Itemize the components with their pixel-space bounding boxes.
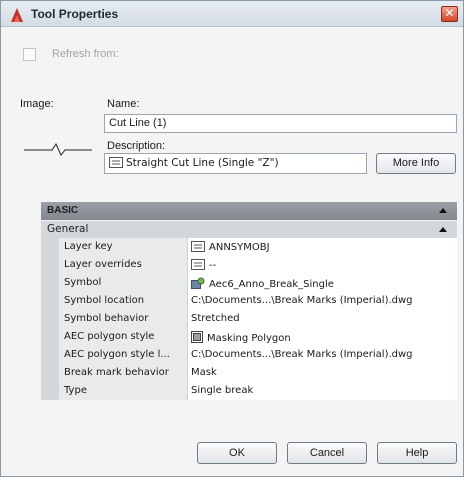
refresh-from-label: Refresh from: [52,48,119,60]
property-value[interactable]: Single break [188,382,457,400]
row-gutter [41,274,59,292]
property-value-text: C:\Documents...\Break Marks (Imperial).d… [191,295,413,306]
refresh-from-checkbox[interactable] [23,48,36,61]
description-label: Description: [107,140,166,152]
property-row[interactable]: AEC polygon style l... C:\Documents...\B… [41,346,457,364]
property-value-text: Stretched [191,313,240,324]
category-header-basic[interactable]: BASIC [41,202,457,220]
property-row[interactable]: Layer key ANNSYMOBJ [41,238,457,256]
property-key: Break mark behavior [59,364,188,382]
property-value-text: -- [209,260,217,271]
property-value[interactable]: C:\Documents...\Break Marks (Imperial).d… [188,346,457,364]
property-row[interactable]: Type Single break [41,382,457,400]
property-value[interactable]: Aec6_Anno_Break_Single [188,274,457,292]
property-value[interactable]: C:\Documents...\Break Marks (Imperial).d… [188,292,457,310]
close-button[interactable]: ✕ [441,6,458,22]
name-label: Name: [107,98,140,110]
break-line-preview-icon [24,142,92,156]
property-value-text: C:\Documents...\Break Marks (Imperial).d… [191,349,413,360]
description-value: Straight Cut Line (Single "Z") [126,157,279,169]
name-field[interactable]: Cut Line (1) [104,114,457,133]
row-gutter [41,328,59,346]
property-key: Symbol behavior [59,310,188,328]
property-value[interactable]: Masking Polygon [188,328,457,346]
window-title: Tool Properties [31,7,119,21]
help-button[interactable]: Help [377,442,457,464]
property-value-text: ANNSYMOBJ [209,242,270,253]
group-header-general[interactable]: General [41,221,457,238]
collapse-arrow-icon[interactable] [439,227,447,232]
close-icon: ✕ [444,6,455,20]
property-row[interactable]: AEC polygon style Masking Polygon [41,328,457,346]
property-rows: Layer key ANNSYMOBJ Layer overrides -- S… [41,238,457,400]
row-gutter [41,310,59,328]
polygon-icon [191,331,203,343]
property-value-text: Single break [191,385,254,396]
property-row[interactable]: Symbol Aec6_Anno_Break_Single [41,274,457,292]
property-value[interactable]: Mask [188,364,457,382]
property-row[interactable]: Layer overrides -- [41,256,457,274]
property-key: Layer key [59,238,188,256]
collapse-arrow-icon[interactable] [439,208,447,213]
property-key: Symbol location [59,292,188,310]
property-key: AEC polygon style l... [59,346,188,364]
property-key: Symbol [59,274,188,292]
doc-icon [191,241,205,252]
image-label: Image: [20,98,54,110]
property-row[interactable]: Break mark behavior Mask [41,364,457,382]
row-gutter [41,364,59,382]
doc-icon [109,157,123,168]
symbol-icon [191,277,205,289]
row-gutter [41,256,59,274]
category-label: BASIC [47,205,79,216]
row-gutter [41,292,59,310]
ok-button[interactable]: OK [197,442,277,464]
doc-icon [191,259,205,270]
property-key: Type [59,382,188,400]
description-field[interactable]: Straight Cut Line (Single "Z") [104,153,367,174]
property-row[interactable]: Symbol behavior Stretched [41,310,457,328]
property-value-text: Mask [191,367,217,378]
more-info-button[interactable]: More Info [376,153,456,174]
row-gutter [41,382,59,400]
row-gutter [41,238,59,256]
property-value-text: Aec6_Anno_Break_Single [209,279,334,290]
row-gutter [41,346,59,364]
property-key: Layer overrides [59,256,188,274]
cancel-button[interactable]: Cancel [287,442,367,464]
property-key: AEC polygon style [59,328,188,346]
tool-properties-dialog: Tool Properties ✕ Refresh from: Image: N… [0,0,464,477]
property-value[interactable]: ANNSYMOBJ [188,238,457,256]
property-value-text: Masking Polygon [207,333,291,344]
title-bar: Tool Properties ✕ [1,1,463,27]
property-value[interactable]: -- [188,256,457,274]
property-value[interactable]: Stretched [188,310,457,328]
group-label: General [47,223,89,235]
app-icon [11,8,23,22]
property-row[interactable]: Symbol location C:\Documents...\Break Ma… [41,292,457,310]
